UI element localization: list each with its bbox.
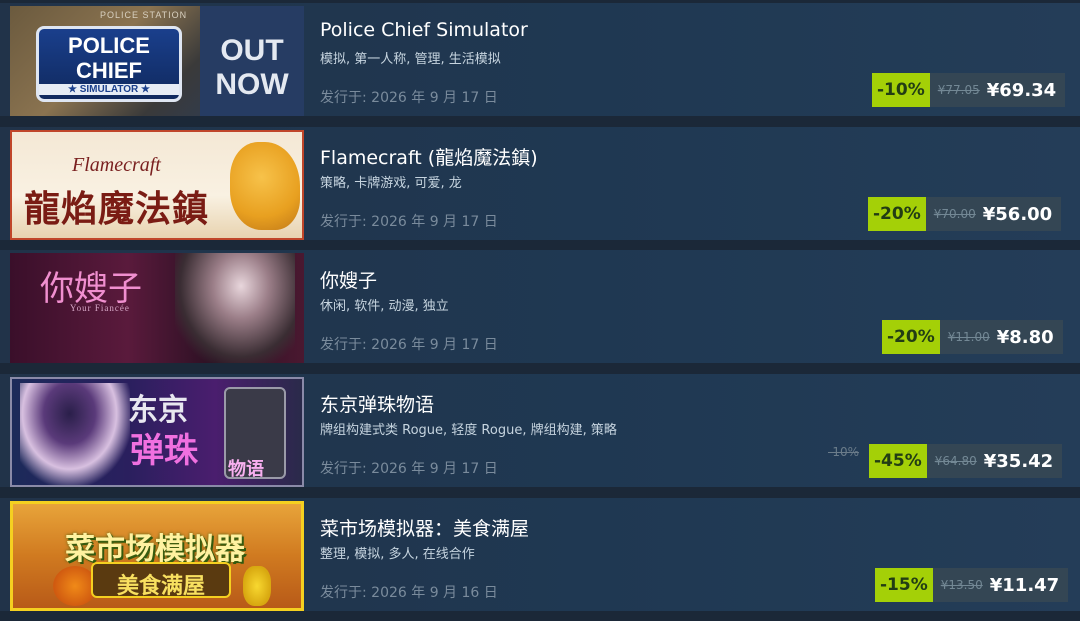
original-price: ¥70.00 [933,207,976,221]
price-block[interactable]: -45% ¥64.80 ¥35.42 [869,444,1063,478]
police-station-sign: POLICE STATION [100,10,188,20]
price-box: ¥70.00 ¥56.00 [925,197,1062,231]
game-row-police-chief-simulator[interactable]: POLICE STATION POLICE CHIEF ★ SIMULATOR … [0,3,1080,116]
price-box: ¥77.05 ¥69.34 [929,73,1066,107]
final-price: ¥8.80 [996,326,1054,348]
game-title[interactable]: 东京弹珠物语 [320,390,434,417]
corn-icon [243,566,271,606]
capsule-your-fiancee[interactable]: 你嫂子 Your Fiancée [10,253,304,363]
discount-badge: -45% [869,444,927,478]
original-price: ¥64.80 [934,454,977,468]
release-date: 发行于: 2026 年 9 月 17 日 [320,214,498,230]
game-tags: 策略, 卡牌游戏, 可爱, 龙 [320,176,462,191]
release-date: 发行于: 2026 年 9 月 17 日 [320,337,498,353]
original-price: ¥77.05 [937,83,980,97]
character-art [175,253,295,363]
final-price: ¥69.34 [986,79,1057,101]
release-date: 发行于: 2026 年 9 月 17 日 [320,461,498,477]
character-art [20,383,130,485]
price-block[interactable]: -20% ¥11.00 ¥8.80 [882,320,1063,354]
game-tags: 模拟, 第一人称, 管理, 生活模拟 [320,52,501,67]
capsule-flamecraft[interactable]: Flamecraft 龍焰魔法鎮 [10,130,304,240]
game-row-your-fiancee[interactable]: 你嫂子 Your Fiancée 你嫂子 休闲, 软件, 动漫, 独立 发行于:… [0,250,1080,363]
game-title[interactable]: Flamecraft (龍焰魔法鎮) [320,143,538,170]
discount-badge: -15% [875,568,933,602]
game-tags: 整理, 模拟, 多人, 在线合作 [320,547,475,562]
capsule-tokyo-pinball[interactable]: 东京 弹珠 物语 [10,377,304,487]
release-date: 发行于: 2026 年 9 月 16 日 [320,585,498,601]
price-box: ¥13.50 ¥11.47 [932,568,1069,602]
game-row-flamecraft[interactable]: Flamecraft 龍焰魔法鎮 Flamecraft (龍焰魔法鎮) 策略, … [0,127,1080,240]
release-date: 发行于: 2026 年 9 月 17 日 [320,90,498,106]
out-now-banner: OUT NOW [200,6,304,116]
game-tags: 牌组构建式类 Rogue, 轻度 Rogue, 牌组构建, 策略 [320,423,617,438]
price-block[interactable]: -20% ¥70.00 ¥56.00 [868,197,1062,231]
final-price: ¥56.00 [982,203,1053,225]
discount-badge: -10% [872,73,930,107]
original-price: ¥11.00 [947,330,990,344]
final-price: ¥35.42 [983,450,1054,472]
discount-badge: -20% [868,197,926,231]
price-box: ¥11.00 ¥8.80 [939,320,1063,354]
game-row-market-simulator[interactable]: 菜市场模拟器 美食满屋 菜市场模拟器：美食满屋 整理, 模拟, 多人, 在线合作… [0,498,1080,611]
capsule-market-simulator[interactable]: 菜市场模拟器 美食满屋 [10,501,304,611]
game-tags: 休闲, 软件, 动漫, 独立 [320,299,449,314]
subtitle-banner: 美食满屋 [91,562,231,599]
police-chief-logo: POLICE CHIEF ★ SIMULATOR ★ [36,26,182,102]
price-block[interactable]: -15% ¥13.50 ¥11.47 [875,568,1069,602]
game-title[interactable]: 你嫂子 [320,266,377,293]
game-row-tokyo-pinball[interactable]: 东京 弹珠 物语 东京弹珠物语 牌组构建式类 Rogue, 轻度 Rogue, … [0,374,1080,487]
dragon-icon [230,142,300,230]
price-block[interactable]: -10% ¥77.05 ¥69.34 [872,73,1066,107]
game-title[interactable]: 菜市场模拟器：美食满屋 [320,514,529,541]
extra-discount: -10% [828,445,860,459]
original-price: ¥13.50 [940,578,983,592]
capsule-police-chief-simulator[interactable]: POLICE STATION POLICE CHIEF ★ SIMULATOR … [10,6,304,116]
discount-badge: -20% [882,320,940,354]
game-title[interactable]: Police Chief Simulator [320,19,528,41]
final-price: ¥11.47 [989,574,1060,596]
price-box: ¥64.80 ¥35.42 [926,444,1063,478]
